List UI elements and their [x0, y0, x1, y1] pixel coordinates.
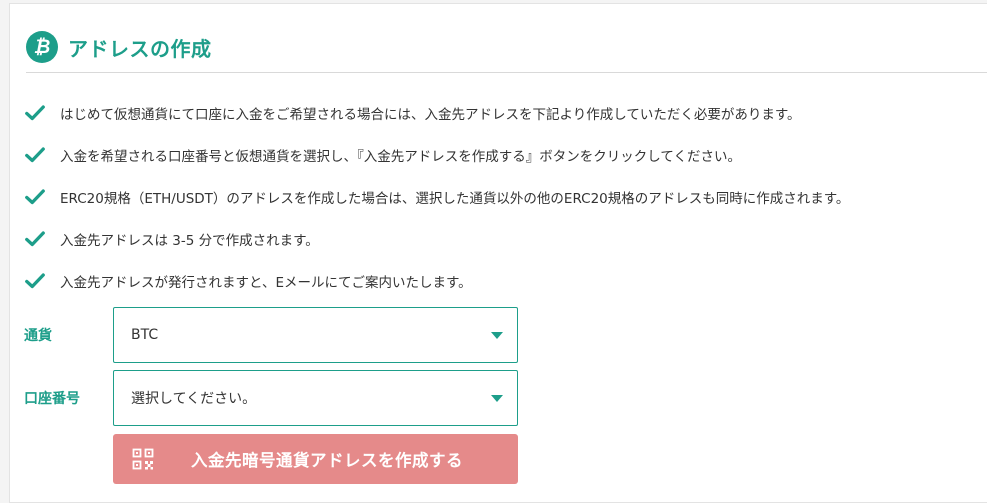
create-address-button[interactable]: 入金先暗号通貨アドレスを作成する — [113, 434, 518, 484]
account-selected-value: 選択してください。 — [131, 391, 257, 407]
note-text: 入金先アドレスが発行されますと、Eメールにてご案内いたします。 — [60, 275, 472, 291]
qr-code-icon — [132, 448, 154, 470]
currency-row: 通貨 BTC — [24, 307, 518, 363]
currency-label: 通貨 — [24, 328, 52, 344]
check-icon — [25, 231, 45, 247]
list-item: はじめて仮想通貨にて口座に入金をご希望される場合には、入金先アドレスを下記より作… — [24, 92, 849, 134]
page-title: アドレスの作成 — [68, 36, 212, 61]
list-item: 入金先アドレスが発行されますと、Eメールにてご案内いたします。 — [24, 260, 849, 302]
section-header: ₿ アドレスの作成 — [26, 30, 212, 64]
list-item: ERC20規格（ETH/USDT）のアドレスを作成した場合は、選択した通貨以外の… — [24, 176, 849, 218]
check-icon — [25, 147, 45, 163]
account-select[interactable]: 選択してください。 — [113, 370, 518, 426]
currency-selected-value: BTC — [131, 327, 159, 343]
check-icon — [25, 189, 45, 205]
caret-down-icon — [491, 331, 503, 339]
account-label: 口座番号 — [24, 391, 80, 407]
check-icon — [25, 273, 45, 289]
notes-list: はじめて仮想通貨にて口座に入金をご希望される場合には、入金先アドレスを下記より作… — [24, 92, 849, 302]
caret-down-icon — [491, 394, 503, 402]
account-row: 口座番号 選択してください。 — [24, 370, 518, 426]
note-text: 入金先アドレスは 3-5 分で作成されます。 — [60, 233, 319, 249]
currency-select[interactable]: BTC — [113, 307, 518, 363]
address-creation-card: ₿ アドレスの作成 はじめて仮想通貨にて口座に入金をご希望される場合には、入金先… — [9, 3, 987, 503]
check-icon — [25, 105, 45, 121]
note-text: ERC20規格（ETH/USDT）のアドレスを作成した場合は、選択した通貨以外の… — [60, 191, 850, 207]
bitcoin-icon: ₿ — [26, 31, 58, 63]
create-address-button-label: 入金先暗号通貨アドレスを作成する — [191, 451, 463, 470]
note-text: はじめて仮想通貨にて口座に入金をご希望される場合には、入金先アドレスを下記より作… — [60, 107, 801, 123]
list-item: 入金を希望される口座番号と仮想通貨を選択し、『入金先アドレスを作成する』ボタンを… — [24, 134, 849, 176]
list-item: 入金先アドレスは 3-5 分で作成されます。 — [24, 218, 849, 260]
header-divider — [26, 72, 987, 73]
note-text: 入金を希望される口座番号と仮想通貨を選択し、『入金先アドレスを作成する』ボタンを… — [60, 149, 741, 165]
